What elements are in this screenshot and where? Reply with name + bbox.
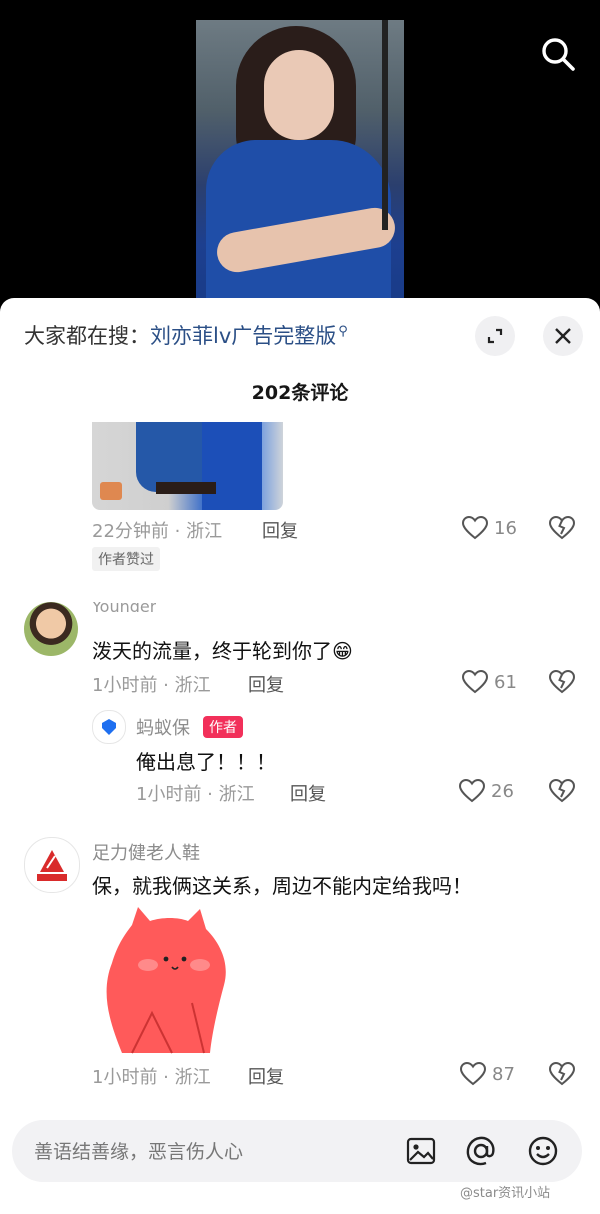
expand-icon [487, 328, 503, 344]
avatar[interactable] [24, 602, 78, 656]
like-count: 87 [492, 1063, 515, 1085]
comment-count: 202条评论 [251, 382, 349, 404]
comment-input-bar[interactable]: 善语结善缘，恶言伤人心 [12, 1120, 582, 1182]
like-button[interactable]: 87 [460, 1062, 515, 1086]
emoji-icon[interactable] [526, 1134, 560, 1168]
like-button[interactable]: 26 [459, 779, 514, 803]
sticker-image[interactable] [92, 903, 244, 1055]
image-icon[interactable] [404, 1134, 438, 1168]
reply-button[interactable]: 回复 [262, 517, 298, 543]
shield-icon [102, 719, 116, 735]
comment-input[interactable]: 善语结善缘，恶言伤人心 [34, 1137, 243, 1164]
at-icon[interactable] [464, 1134, 498, 1168]
video-figure-face [264, 50, 334, 140]
hot-search-prefix: 大家都在搜： [24, 324, 150, 348]
sub-comment-text: 俺出息了！！！ [136, 750, 276, 774]
broken-heart-icon[interactable] [549, 670, 575, 694]
video-pole [382, 20, 388, 230]
image-logo [100, 482, 122, 500]
broken-heart-icon[interactable] [549, 516, 575, 540]
heart-icon [462, 516, 488, 540]
heart-icon [460, 1062, 486, 1086]
reply-button[interactable]: 回复 [290, 780, 326, 806]
like-button[interactable]: 61 [462, 670, 517, 694]
close-button[interactable] [543, 316, 583, 356]
search-icon[interactable] [538, 34, 578, 74]
hot-search-link[interactable]: 刘亦菲lv广告完整版 [150, 324, 336, 348]
username[interactable]: Younger [92, 602, 156, 612]
comment-text: 泼天的流量，终于轮到你了😁 [92, 639, 353, 663]
broken-heart-icon[interactable] [549, 1062, 575, 1086]
comment-meta: 1小时前 · 浙江 [92, 675, 211, 696]
like-count: 16 [494, 517, 517, 539]
comment-text: 保，就我俩这关系，周边不能内定给我吗！ [92, 874, 472, 898]
watermark: @star资讯小站 [460, 1186, 551, 1201]
broken-heart-icon[interactable] [549, 779, 575, 803]
heart-icon [459, 779, 485, 803]
video-frame [196, 20, 404, 320]
sub-avatar[interactable] [92, 710, 126, 744]
comment-image[interactable] [92, 422, 283, 510]
image-belt [156, 482, 216, 494]
like-count: 26 [491, 780, 514, 802]
author-liked-tag: 作者赞过 [92, 547, 160, 571]
author-badge: 作者 [203, 716, 243, 738]
hot-search-icon: ⚲ [338, 324, 348, 339]
sub-username[interactable]: 蚂蚁保 [136, 714, 190, 740]
heart-icon [462, 670, 488, 694]
comment-sheet: 大家都在搜：刘亦菲lv广告完整版 ⚲ 202条评论 22分钟前 · 浙江 回复 1… [0, 298, 600, 1214]
close-icon [555, 328, 571, 344]
expand-button[interactable] [475, 316, 515, 356]
video-player[interactable] [0, 0, 600, 320]
sub-comment-meta: 1小时前 · 浙江 [136, 784, 255, 805]
hot-search-bar[interactable]: 大家都在搜：刘亦菲lv广告完整版 ⚲ [24, 320, 348, 350]
reply-button[interactable]: 回复 [248, 671, 284, 697]
like-button[interactable]: 16 [462, 516, 517, 540]
avatar[interactable] [24, 837, 80, 893]
brand-logo-icon [37, 850, 67, 881]
reply-button[interactable]: 回复 [248, 1063, 284, 1089]
comment-meta: 1小时前 · 浙江 [92, 1067, 211, 1088]
image-blue-panel [202, 422, 262, 510]
like-count: 61 [494, 671, 517, 693]
username[interactable]: 足力健老人鞋 [92, 839, 200, 865]
comment-meta: 22分钟前 · 浙江 [92, 521, 223, 542]
